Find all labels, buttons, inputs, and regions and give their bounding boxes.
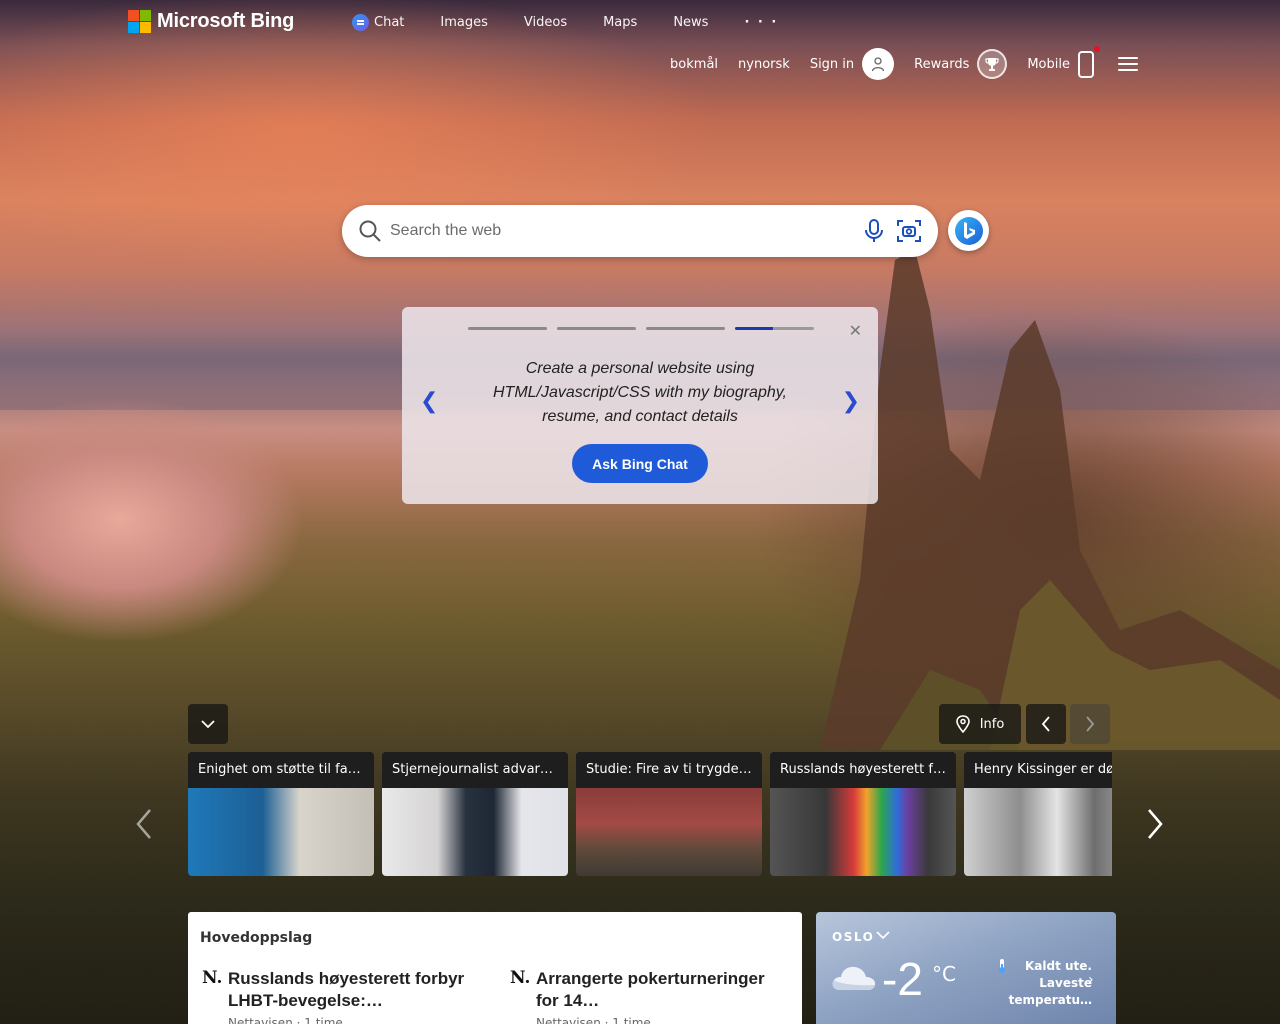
slide-progress xyxy=(468,327,814,330)
nav-images[interactable]: Images xyxy=(440,14,488,31)
weather-panel[interactable]: OSLO -2 °C Kaldt ute. Laveste temperatu…… xyxy=(816,912,1116,1024)
news-card-image xyxy=(576,788,762,876)
source-logo: N. xyxy=(510,968,531,988)
news-card-image xyxy=(382,788,568,876)
avatar-icon xyxy=(862,48,895,80)
sign-in-label: Sign in xyxy=(809,56,855,72)
background-rock-pinnacles xyxy=(820,250,1280,750)
top-stories-title: Hovedoppslag xyxy=(200,930,313,946)
ask-bing-chat-button[interactable]: Ask Bing Chat xyxy=(572,444,708,483)
rewards-label: Rewards xyxy=(914,56,970,72)
nav-chat[interactable]: Chat xyxy=(352,14,404,31)
chevron-right-icon[interactable]: › xyxy=(1088,972,1094,988)
microphone-icon[interactable] xyxy=(864,219,884,243)
search-box xyxy=(342,205,938,257)
weather-temperature: -2 xyxy=(882,953,923,1005)
chevron-left-icon xyxy=(1041,716,1050,732)
previous-image-button[interactable] xyxy=(1026,704,1066,744)
chevron-left-icon[interactable]: ❮ xyxy=(420,389,438,414)
news-card[interactable]: Enighet om støtte til fa… xyxy=(188,752,374,876)
microsoft-logo-icon xyxy=(128,10,151,33)
bing-b-icon xyxy=(954,216,983,245)
news-card-title: Studie: Fire av ti trygde… xyxy=(576,752,762,788)
search-input[interactable] xyxy=(390,217,840,245)
carousel-right-arrow-icon[interactable] xyxy=(1145,808,1165,840)
news-card-title: Russlands høyesterett f… xyxy=(770,752,956,788)
weather-unit: °C xyxy=(932,962,956,986)
news-card-image xyxy=(770,788,956,876)
visual-search-icon[interactable] xyxy=(896,218,922,244)
nav-maps[interactable]: Maps xyxy=(603,14,637,31)
headline-meta: Nettavisen · 1 time xyxy=(228,1016,343,1024)
search-icon[interactable] xyxy=(358,219,382,243)
news-card-title: Henry Kissinger er død xyxy=(964,752,1112,788)
weather-alert-text[interactable]: Kaldt ute. Laveste temperatu… xyxy=(996,958,1092,1009)
image-info-button[interactable]: Info xyxy=(939,704,1021,744)
progress-segment[interactable] xyxy=(468,327,547,330)
bing-chat-launch-button[interactable] xyxy=(948,210,989,251)
top-stories-panel: Hovedoppslag N. Russlands høyesterett fo… xyxy=(188,912,802,1024)
cloudy-weather-icon xyxy=(832,966,876,990)
news-card-image xyxy=(964,788,1112,876)
nav-more-button[interactable]: · · · xyxy=(744,14,778,31)
bing-chat-icon xyxy=(352,14,369,31)
source-logo: N. xyxy=(202,968,223,988)
trophy-icon xyxy=(977,49,1008,79)
progress-segment[interactable] xyxy=(557,327,636,330)
mobile-button[interactable]: Mobile xyxy=(1027,45,1100,78)
language-bokmal-link[interactable]: bokmål xyxy=(670,57,718,72)
brand-name: Microsoft Bing xyxy=(157,10,295,32)
news-carousel: Enighet om støtte til fa… Stjernejournal… xyxy=(188,752,1112,876)
news-card-title: Stjernejournalist advar… xyxy=(382,752,568,788)
info-label: Info xyxy=(979,716,1005,732)
carousel-left-arrow-icon[interactable] xyxy=(134,808,154,840)
bing-logo[interactable]: Microsoft Bing xyxy=(128,10,294,33)
background-lake xyxy=(0,400,300,640)
nav-chat-label: Chat xyxy=(374,15,405,30)
news-card[interactable]: Stjernejournalist advar… xyxy=(382,752,568,876)
news-card[interactable]: Russlands høyesterett f… xyxy=(770,752,956,876)
next-image-button[interactable] xyxy=(1070,704,1110,744)
nav-news[interactable]: News xyxy=(673,14,708,31)
rewards-button[interactable]: Rewards xyxy=(914,49,1008,79)
progress-segment-active[interactable] xyxy=(735,327,814,330)
language-nynorsk-link[interactable]: nynorsk xyxy=(738,57,790,72)
location-pin-icon xyxy=(955,715,970,733)
progress-segment[interactable] xyxy=(646,327,725,330)
menu-icon[interactable] xyxy=(1118,57,1138,71)
chat-suggestion-card: ✕ ❮ ❯ Create a personal website using HT… xyxy=(402,307,878,504)
suggestion-text: Create a personal website using HTML/Jav… xyxy=(492,360,787,425)
mobile-phone-icon xyxy=(1078,45,1100,78)
mobile-label: Mobile xyxy=(1027,56,1070,72)
weather-city[interactable]: OSLO xyxy=(832,930,874,944)
headline-text: Russlands høyesterett forbyr LHBT-bevege… xyxy=(228,969,465,1010)
news-card-title: Enighet om støtte til fa… xyxy=(188,752,374,788)
chevron-down-icon[interactable] xyxy=(876,930,890,940)
chevron-right-icon xyxy=(1086,716,1095,732)
headline-text: Arrangerte pokerturneringer for 14… xyxy=(536,969,765,1010)
collapse-feed-button[interactable] xyxy=(188,704,228,744)
chevron-down-icon xyxy=(201,720,215,729)
chevron-right-icon[interactable]: ❯ xyxy=(842,389,860,414)
close-icon[interactable]: ✕ xyxy=(849,321,862,340)
top-bar: Microsoft Bing Chat Images Videos Maps N… xyxy=(0,0,1280,46)
news-card[interactable]: Studie: Fire av ti trygde… xyxy=(576,752,762,876)
headline-meta: Nettavisen · 1 time xyxy=(536,1016,651,1024)
top-nav: Chat Images Videos Maps News · · · xyxy=(352,14,814,31)
nav-videos[interactable]: Videos xyxy=(524,14,567,31)
sign-in-button[interactable]: Sign in xyxy=(809,48,895,80)
header-right: bokmål nynorsk Sign in Rewards Mobile xyxy=(650,45,1138,80)
news-card[interactable]: Henry Kissinger er død xyxy=(964,752,1112,876)
news-card-image xyxy=(188,788,374,876)
